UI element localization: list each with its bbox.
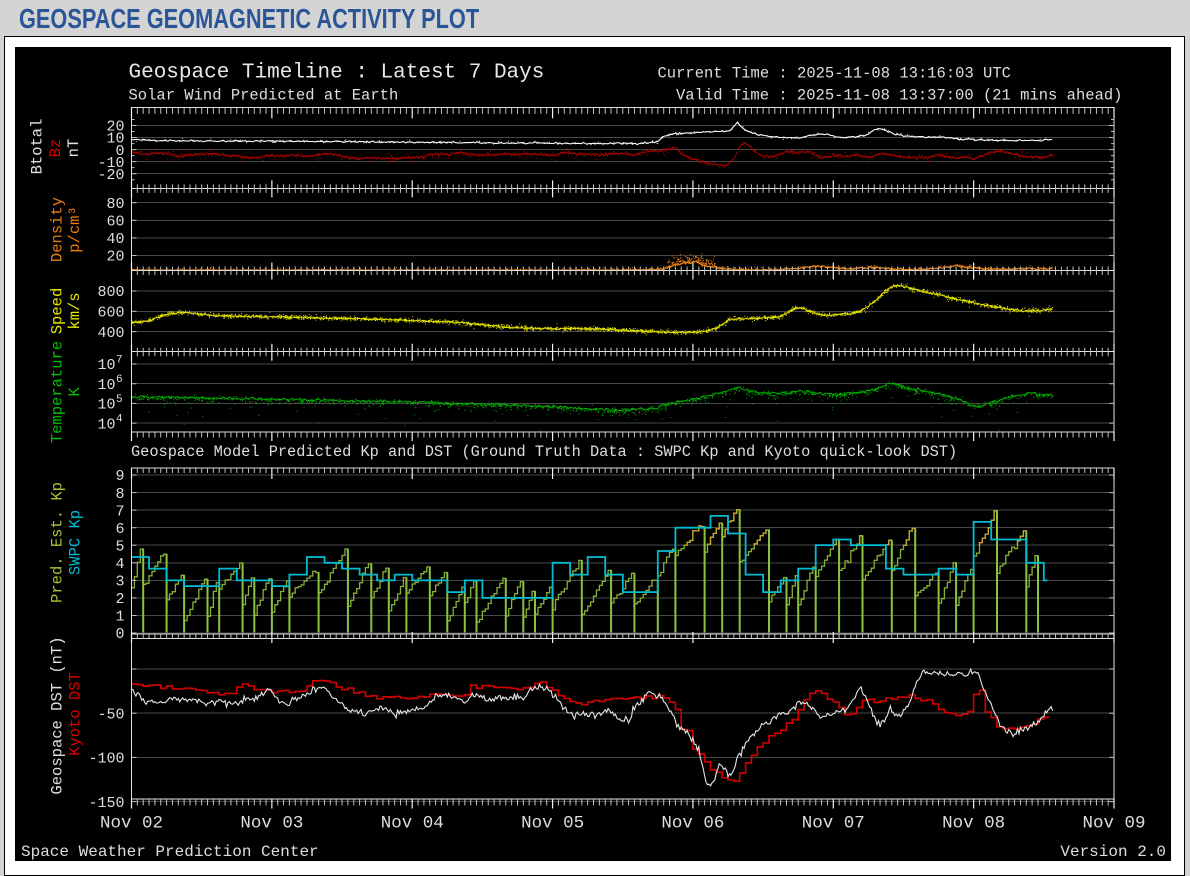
svg-text:7: 7	[115, 503, 124, 520]
svg-text:6: 6	[116, 374, 123, 386]
svg-text:Btotal: Btotal	[29, 119, 47, 175]
svg-text:60: 60	[106, 214, 124, 231]
svg-text:Kyoto DST: Kyoto DST	[67, 672, 85, 756]
svg-text:Version 2.0: Version 2.0	[1060, 843, 1166, 861]
svg-text:Nov 02: Nov 02	[100, 814, 163, 834]
svg-text:4: 4	[115, 556, 124, 573]
svg-text:6: 6	[115, 521, 124, 538]
svg-text:5: 5	[115, 539, 124, 556]
svg-text:-20: -20	[97, 167, 124, 184]
svg-text:10: 10	[98, 377, 116, 394]
svg-text:Temperature: Temperature	[49, 341, 67, 443]
svg-text:800: 800	[97, 284, 124, 301]
svg-text:Nov 03: Nov 03	[240, 814, 303, 834]
svg-text:-100: -100	[88, 751, 124, 768]
svg-text:Speed: Speed	[49, 288, 67, 335]
svg-text:400: 400	[97, 325, 124, 342]
svg-text:Pred. Est. Kp: Pred. Est. Kp	[49, 482, 67, 603]
svg-text:Current Time : 2025-11-08 13:1: Current Time : 2025-11-08 13:16:03 UTC	[658, 65, 1011, 83]
svg-text:Valid Time : 2025-11-08 13:37:: Valid Time : 2025-11-08 13:37:00 (21 min…	[676, 87, 1122, 105]
svg-text:Nov 08: Nov 08	[942, 814, 1005, 834]
svg-text:Solar Wind Predicted at Earth: Solar Wind Predicted at Earth	[129, 87, 399, 105]
svg-text:600: 600	[97, 305, 124, 322]
svg-text:5: 5	[116, 394, 123, 406]
svg-text:Nov 04: Nov 04	[381, 814, 444, 834]
svg-text:Geospace Model Predicted Kp an: Geospace Model Predicted Kp and DST (Gro…	[131, 443, 957, 461]
svg-text:K: K	[66, 387, 84, 397]
svg-text:nT: nT	[65, 139, 83, 158]
svg-text:10: 10	[98, 416, 116, 433]
svg-text:Geospace DST (nT): Geospace DST (nT)	[49, 636, 67, 794]
svg-text:Density: Density	[49, 197, 67, 262]
svg-text:SWPC Kp: SWPC Kp	[67, 510, 85, 575]
svg-text:Nov 07: Nov 07	[802, 814, 865, 834]
svg-text:km/s: km/s	[66, 292, 84, 329]
svg-text:Bz: Bz	[47, 139, 65, 158]
svg-text:8: 8	[115, 486, 124, 503]
svg-text:7: 7	[116, 355, 123, 367]
svg-text:40: 40	[106, 231, 124, 248]
svg-text:Nov 06: Nov 06	[661, 814, 724, 834]
svg-text:3: 3	[115, 574, 124, 591]
svg-text:9: 9	[115, 468, 124, 485]
svg-text:Geospace Timeline : Latest 7 D: Geospace Timeline : Latest 7 Days	[129, 62, 545, 85]
svg-text:0: 0	[115, 626, 124, 643]
svg-text:20: 20	[106, 249, 124, 266]
svg-text:2: 2	[115, 591, 124, 608]
svg-text:80: 80	[106, 196, 124, 213]
svg-text:Nov 05: Nov 05	[521, 814, 584, 834]
svg-text:-150: -150	[88, 795, 124, 812]
svg-text:4: 4	[116, 414, 123, 426]
svg-text:10: 10	[98, 397, 116, 414]
svg-text:p/cm³: p/cm³	[66, 206, 84, 253]
svg-text:10: 10	[98, 357, 116, 374]
svg-text:Nov 09: Nov 09	[1082, 814, 1145, 834]
svg-text:-50: -50	[97, 706, 124, 723]
svg-text:Space Weather Prediction Cente: Space Weather Prediction Center	[21, 843, 319, 861]
svg-text:1: 1	[115, 609, 124, 626]
